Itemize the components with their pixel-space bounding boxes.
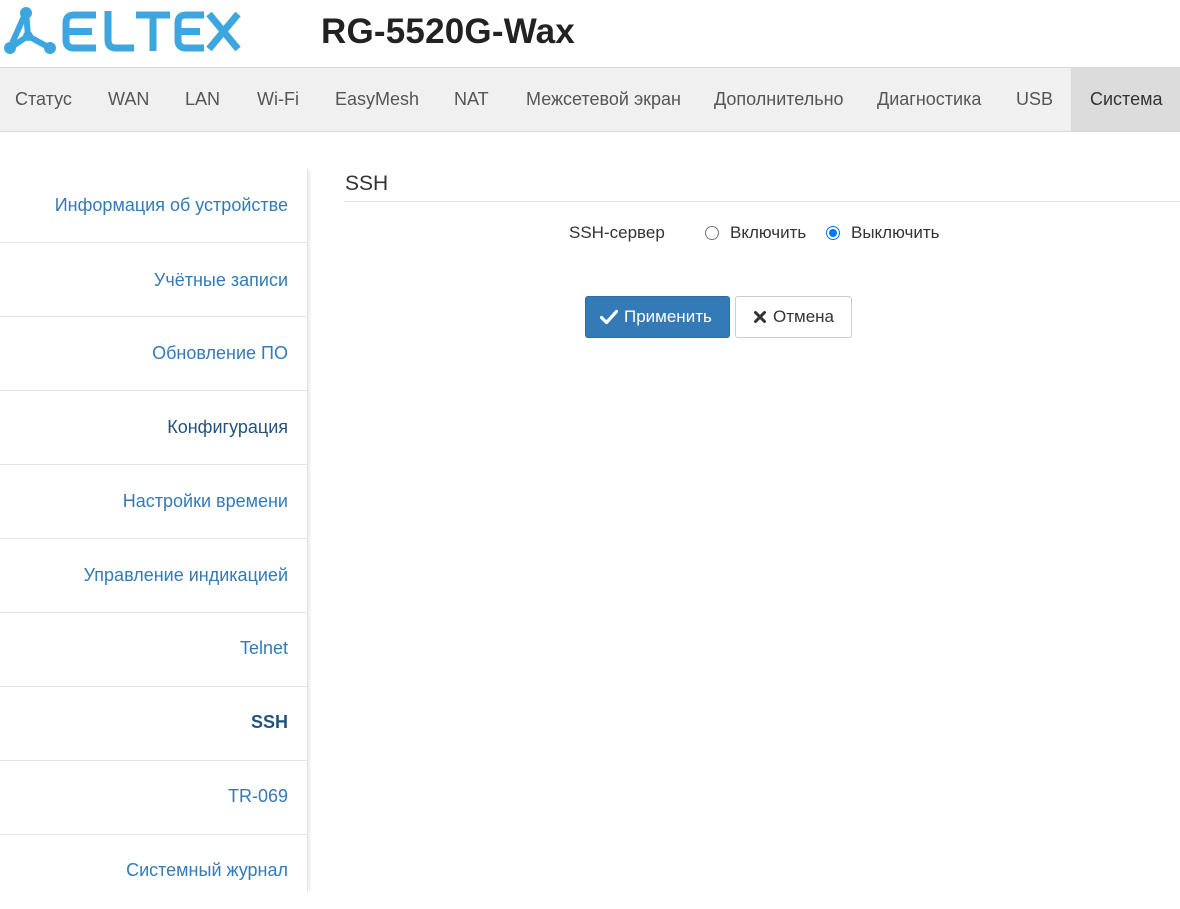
nav-item-system[interactable]: Система	[1071, 68, 1180, 131]
nav-item-firewall[interactable]: Межсетевой экран	[507, 68, 695, 131]
sidebar: Информация об устройстве Учётные записи …	[0, 168, 308, 892]
sidebar-item-label: Конфигурация	[167, 417, 288, 437]
ssh-enable-label[interactable]: Включить	[730, 223, 806, 243]
sidebar-item-accounts[interactable]: Учётные записи	[0, 243, 307, 317]
ssh-disable-label[interactable]: Выключить	[851, 223, 939, 243]
sidebar-item-label: Настройки времени	[122, 491, 288, 511]
nav-item-easymesh[interactable]: EasyMesh	[316, 68, 435, 131]
sidebar-item-system-log[interactable]: Системный журнал	[0, 835, 307, 892]
apply-button-label: Применить	[624, 307, 712, 326]
ssh-enable-radio[interactable]	[705, 226, 719, 240]
nav-item-status[interactable]: Статус	[0, 68, 89, 131]
sidebar-item-ssh[interactable]: SSH	[0, 687, 307, 761]
sidebar-item-label: Учётные записи	[153, 270, 288, 290]
header: RG-5520G-Wax	[0, 0, 1180, 67]
nav-item-lan[interactable]: LAN	[166, 68, 238, 131]
sidebar-item-label: Telnet	[239, 638, 288, 658]
sidebar-item-label: Обновление ПО	[152, 343, 288, 363]
check-icon	[600, 309, 618, 325]
section-title: SSH	[345, 172, 389, 195]
sidebar-item-label: Системный журнал	[126, 860, 288, 880]
ssh-disable-radio[interactable]	[826, 226, 840, 240]
cancel-button[interactable]: Отмена	[735, 296, 852, 338]
sidebar-item-label: SSH	[250, 712, 288, 732]
nav-item-wifi[interactable]: Wi-Fi	[238, 68, 316, 131]
close-icon	[754, 311, 766, 323]
nav-item-usb[interactable]: USB	[997, 68, 1071, 131]
nav-item-nat[interactable]: NAT	[435, 68, 507, 131]
sidebar-item-firmware-update[interactable]: Обновление ПО	[0, 317, 307, 391]
nav-item-wan[interactable]: WAN	[89, 68, 166, 131]
cancel-button-label: Отмена	[773, 307, 834, 326]
nav-item-diagnostics[interactable]: Диагностика	[859, 68, 997, 131]
nav-item-advanced[interactable]: Дополнительно	[695, 68, 859, 131]
sidebar-item-label: Информация об устройстве	[54, 195, 288, 215]
sidebar-item-label: Управление индикацией	[83, 565, 288, 585]
sidebar-item-configuration[interactable]: Конфигурация	[0, 391, 307, 465]
section-divider	[344, 201, 1180, 202]
ssh-server-label: SSH-сервер	[569, 223, 665, 242]
device-model-title: RG-5520G-Wax	[321, 12, 575, 51]
sidebar-item-device-info[interactable]: Информация об устройстве	[0, 168, 307, 243]
sidebar-item-telnet[interactable]: Telnet	[0, 613, 307, 687]
sidebar-item-label: TR-069	[227, 786, 288, 806]
top-navigation: Статус WAN LAN Wi-Fi EasyMesh NAT Межсет…	[0, 67, 1180, 132]
eltex-logo	[4, 7, 241, 54]
sidebar-item-led-control[interactable]: Управление индикацией	[0, 539, 307, 613]
apply-button[interactable]: Применить	[585, 296, 730, 338]
sidebar-item-time-settings[interactable]: Настройки времени	[0, 465, 307, 539]
sidebar-item-tr069[interactable]: TR-069	[0, 761, 307, 835]
